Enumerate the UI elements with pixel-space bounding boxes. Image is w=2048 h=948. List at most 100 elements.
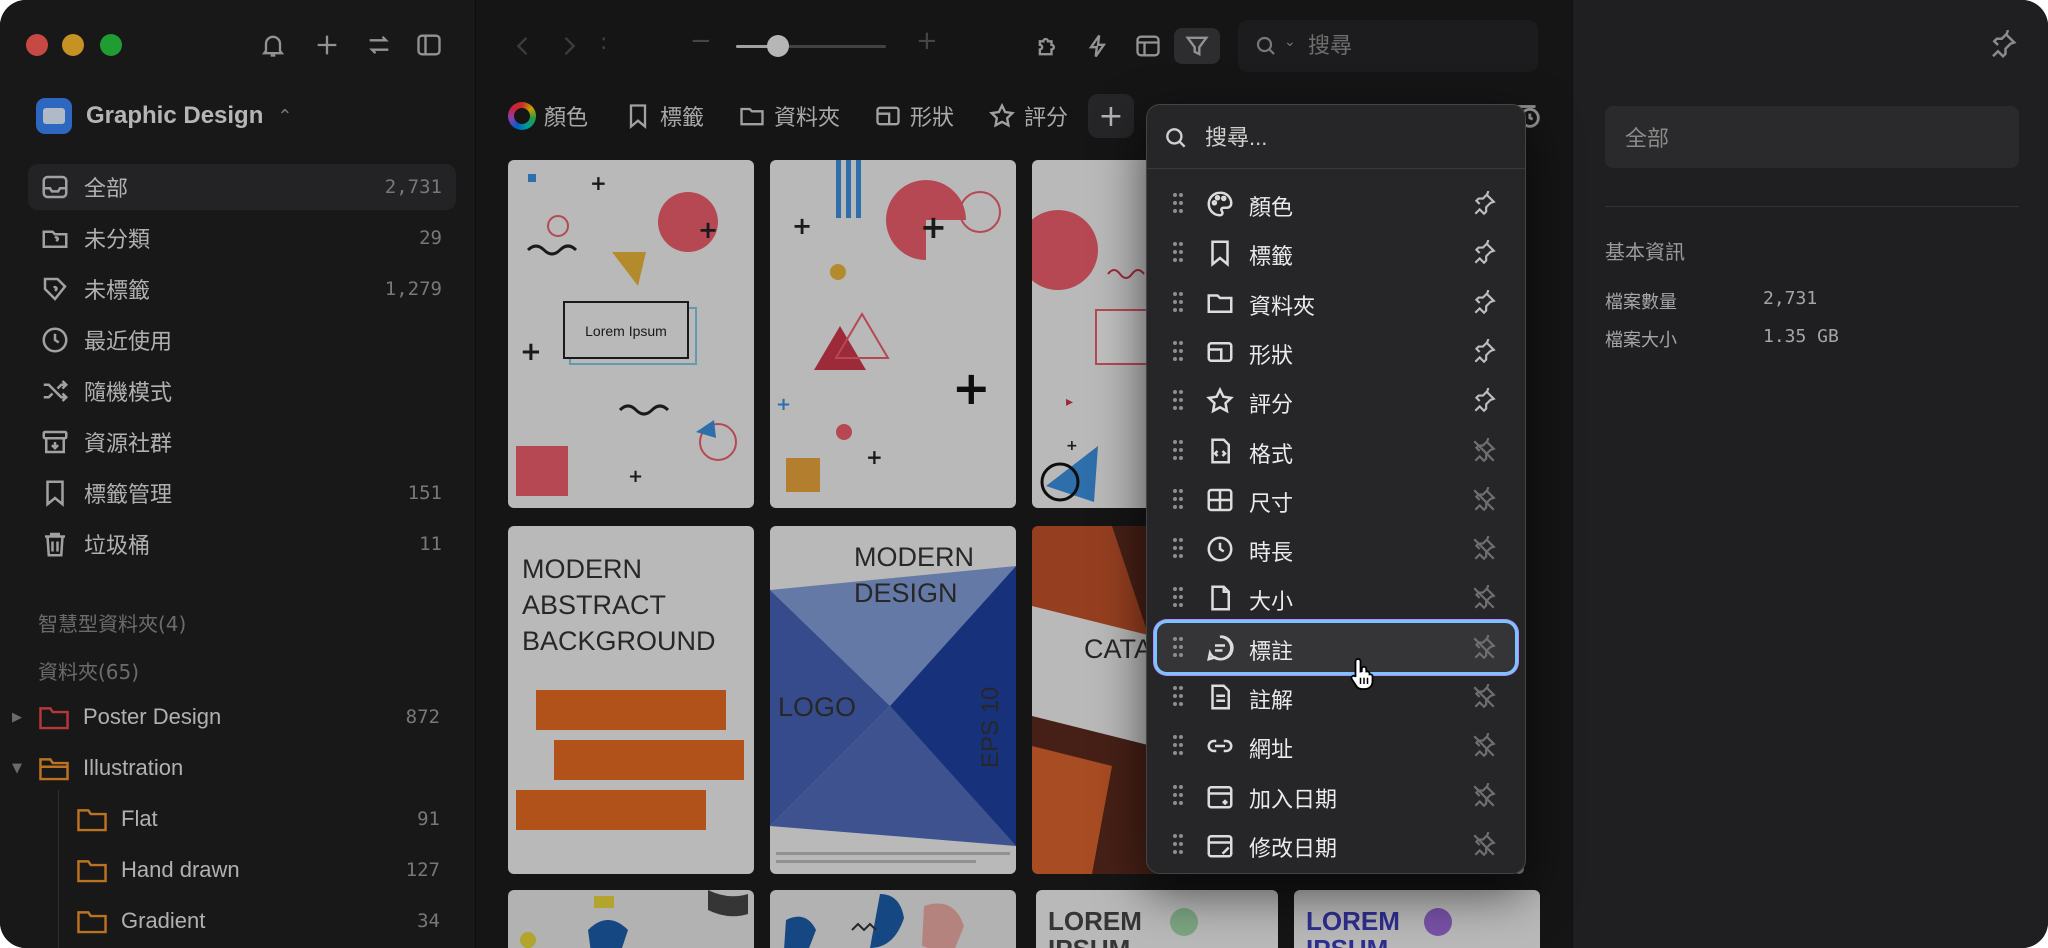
plus-icon[interactable] (310, 28, 344, 62)
dropdown-item-label: 資料夾 (1249, 294, 1316, 320)
sidebar-toggle-icon[interactable] (412, 28, 446, 62)
drag-handle-icon[interactable] (1173, 686, 1185, 706)
sidebar-item-untagged[interactable]: 未標籤 1,279 (28, 266, 456, 312)
unpin-icon[interactable] (1471, 486, 1497, 513)
drag-handle-icon[interactable] (1173, 587, 1185, 608)
dropdown-search-input[interactable] (1205, 121, 1505, 155)
folder-poster-design[interactable]: ▶ Poster Design 872 (0, 694, 440, 740)
drag-handle-icon[interactable] (1173, 538, 1185, 559)
zoom-slider-track[interactable] (736, 45, 886, 48)
filter-button[interactable] (1174, 28, 1220, 64)
dropdown-item[interactable]: 大小 (1157, 573, 1515, 622)
drag-handle-icon[interactable] (1173, 488, 1185, 509)
dropdown-item[interactable]: 時長 (1157, 524, 1515, 573)
dropdown-item[interactable]: 修改日期 (1157, 820, 1515, 869)
filter-chip-folder[interactable]: 資料夾 (738, 96, 840, 136)
unpin-icon[interactable] (1471, 634, 1497, 661)
folder-hand-drawn[interactable]: Hand drawn 127 (0, 847, 440, 893)
sidebar-item-community[interactable]: 資源社群 (28, 419, 456, 465)
close-window-button[interactable] (26, 34, 48, 56)
bell-icon[interactable] (256, 28, 290, 62)
drag-handle-icon[interactable] (1173, 833, 1185, 854)
sidebar-item-tag-manager[interactable]: 標籤管理 151 (28, 470, 456, 516)
asset-thumbnail[interactable]: + + + + Lorem Ipsum (508, 160, 754, 508)
pin-icon[interactable] (1471, 190, 1497, 217)
action-button[interactable] (1080, 28, 1116, 64)
asset-thumbnail[interactable]: + + + + + (770, 160, 1016, 508)
dropdown-item[interactable]: 標籤 (1157, 228, 1515, 277)
pin-icon[interactable] (1471, 289, 1497, 316)
dropdown-item[interactable]: 標註 (1157, 622, 1515, 672)
filter-chip-color[interactable]: 顏色 (508, 96, 588, 136)
zoom-slider-knob[interactable] (767, 35, 789, 57)
pin-icon[interactable] (1988, 29, 2018, 60)
back-button[interactable] (506, 28, 540, 64)
chevron-right-icon[interactable]: ▶ (12, 710, 22, 725)
dropdown-item[interactable]: 格式 (1157, 426, 1515, 475)
pin-icon[interactable] (1471, 338, 1497, 365)
sidebar-item-uncategorized[interactable]: 未分類 29 (28, 215, 456, 261)
forward-button[interactable] (552, 28, 586, 64)
filter-chip-rating[interactable]: 評分 (988, 96, 1068, 136)
unpin-icon[interactable] (1471, 585, 1497, 611)
sidebar-item-recent[interactable]: 最近使用 (28, 317, 456, 363)
plugin-button[interactable] (1030, 28, 1066, 64)
filter-chip-tag[interactable]: 標籤 (624, 96, 704, 136)
library-switcher[interactable]: Graphic Design ⌃ (36, 96, 292, 136)
search-input[interactable] (1308, 30, 1528, 62)
drag-handle-icon[interactable] (1173, 636, 1185, 657)
unpin-icon[interactable] (1471, 782, 1497, 809)
asset-thumbnail[interactable] (770, 890, 1016, 948)
add-filter-button[interactable]: + (1088, 94, 1134, 138)
pin-icon[interactable] (1471, 239, 1497, 266)
dropdown-item[interactable]: 加入日期 (1157, 771, 1515, 820)
unpin-icon[interactable] (1471, 535, 1497, 562)
folders-header[interactable]: 資料夾(65) (38, 656, 139, 685)
chevron-down-icon[interactable]: ⌄ (1284, 34, 1296, 50)
drag-handle-icon[interactable] (1173, 735, 1185, 756)
sync-arrows-icon[interactable] (362, 28, 396, 62)
dropdown-item[interactable]: 形狀 (1157, 327, 1515, 376)
asset-thumbnail[interactable] (508, 890, 754, 948)
pin-icon[interactable] (1471, 387, 1497, 414)
dropdown-item[interactable]: 網址 (1157, 721, 1515, 770)
sidebar-item-trash[interactable]: 垃圾桶 11 (28, 521, 456, 567)
dropdown-item[interactable]: 資料夾 (1157, 278, 1515, 327)
drag-handle-icon[interactable] (1173, 784, 1185, 805)
drag-handle-icon[interactable] (1173, 340, 1185, 361)
drag-handle-icon[interactable] (1173, 242, 1185, 263)
sidebar-item-all[interactable]: 全部 2,731 (28, 164, 456, 210)
drag-handle-icon[interactable] (1173, 193, 1185, 213)
search-field[interactable]: ⌄ (1238, 20, 1538, 72)
dropdown-item[interactable]: 尺寸 (1157, 475, 1515, 524)
filter-chip-shape[interactable]: 形狀 (874, 96, 954, 136)
zoom-in-button[interactable]: + (916, 26, 938, 56)
zoom-window-button[interactable] (100, 34, 122, 56)
layout-button[interactable] (1130, 28, 1166, 64)
drag-handle-icon[interactable] (1173, 390, 1185, 411)
inspector-name-field[interactable]: 全部 (1605, 106, 2019, 168)
unpin-icon[interactable] (1471, 437, 1497, 464)
dropdown-item[interactable]: 註解 (1157, 672, 1515, 721)
smart-folders-header[interactable]: 智慧型資料夾(4) (38, 608, 186, 637)
dropdown-item[interactable]: 顏色 (1157, 179, 1515, 228)
chevron-down-icon[interactable]: ▼ (12, 761, 22, 776)
asset-thumbnail[interactable]: LOREM IPSUM (1036, 890, 1278, 948)
asset-thumbnail[interactable]: MODERN DESIGN LOGO EPS 10 (770, 526, 1016, 874)
sidebar-item-random[interactable]: 隨機模式 (28, 368, 456, 414)
folder-illustration[interactable]: ▼ Illustration (0, 745, 440, 791)
dropdown-item[interactable]: 評分 (1157, 376, 1515, 425)
minimize-window-button[interactable] (62, 34, 84, 56)
asset-thumbnail[interactable]: MODERN ABSTRACT BACKGROUND (508, 526, 754, 874)
folder-gradient[interactable]: Gradient 34 (0, 898, 440, 944)
folder-flat[interactable]: Flat 91 (0, 796, 440, 842)
drag-handle-icon[interactable] (1173, 291, 1185, 312)
unpin-icon[interactable] (1471, 831, 1497, 858)
asset-thumbnail[interactable]: LOREM IPSUM (1294, 890, 1540, 948)
unpin-icon[interactable] (1471, 683, 1497, 710)
zoom-out-button[interactable]: − (690, 26, 712, 56)
app-window: Graphic Design ⌃ 全部 2,731 未分類 29 未標籤 1,2… (0, 0, 2048, 948)
dropdown-search[interactable] (1147, 105, 1525, 169)
unpin-icon[interactable] (1471, 732, 1497, 759)
drag-handle-icon[interactable] (1173, 439, 1185, 460)
